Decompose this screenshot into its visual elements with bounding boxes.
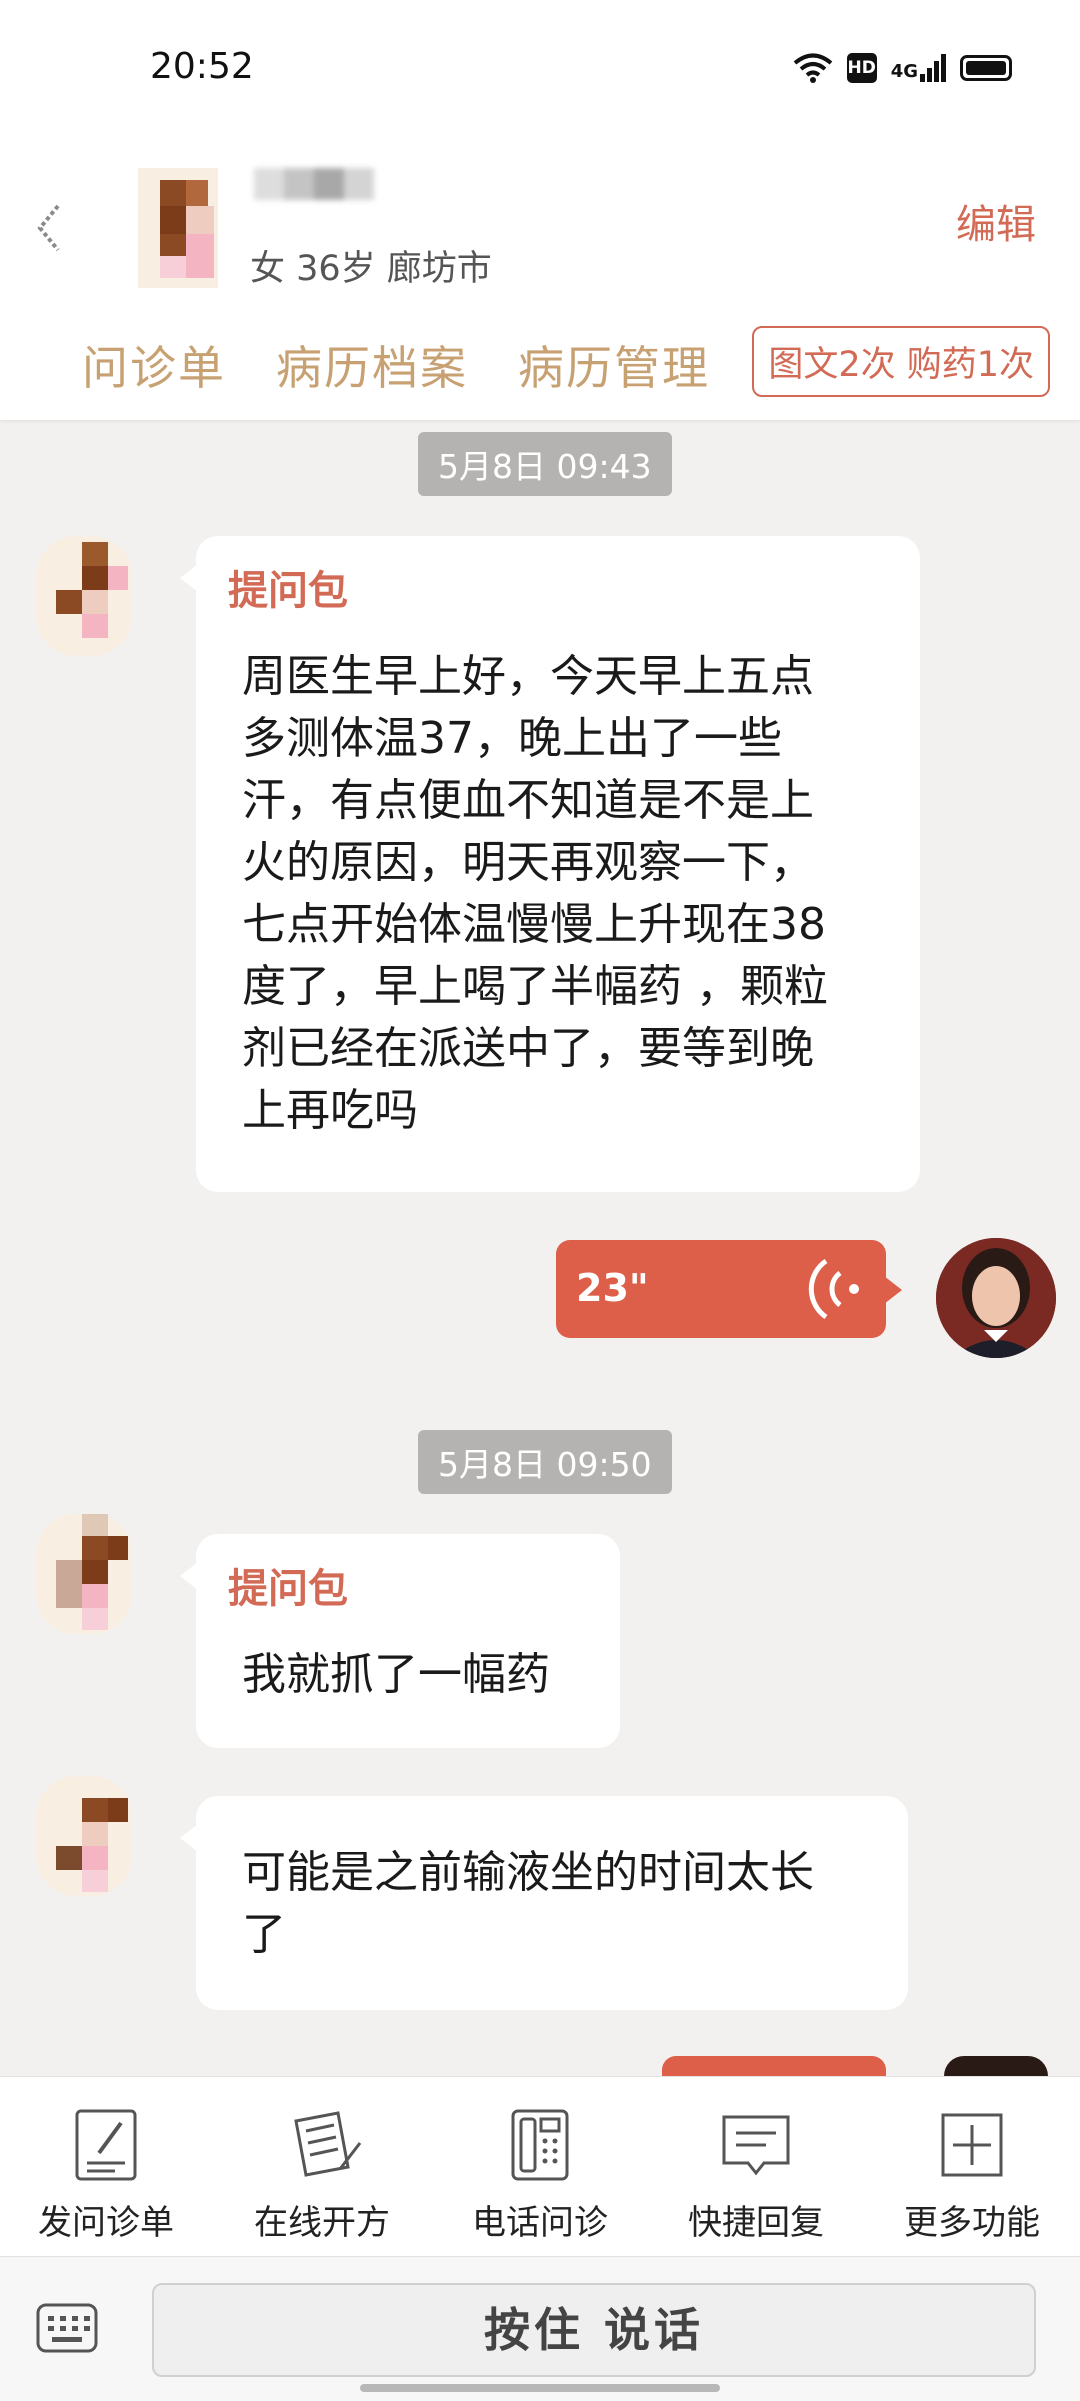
tab-consult-form[interactable]: 问诊单 <box>82 332 226 398</box>
message-bubble[interactable]: 提问包 我就抓了一幅药 <box>180 1534 620 1748</box>
message-text: 周医生早上好，今天早上五点 多测体温37，晚上出了一些 汗，有点便血不知道是不是… <box>242 646 828 1142</box>
back-arrow-icon[interactable] <box>30 198 70 258</box>
question-pack-title: 提问包 <box>228 568 348 614</box>
doctor-avatar-partial[interactable] <box>944 2056 1048 2076</box>
message-line: 火的原因，明天再观察一下， <box>242 837 814 888</box>
patient-header: 女 36岁 廊坊市 编辑 问诊单 病历档案 病历管理 图文2次 购药1次 <box>0 140 1080 420</box>
patient-avatar[interactable] <box>128 168 228 288</box>
message-bubble[interactable]: 提问包 周医生早上好，今天早上五点 多测体温37，晚上出了一些 汗，有点便血不知… <box>180 536 920 1192</box>
hd-badge: HD <box>846 53 877 83</box>
message-line: 上再吃吗 <box>242 1085 418 1136</box>
message-line: 了 <box>242 1909 286 1960</box>
status-icons: HD 4G <box>793 52 1012 84</box>
message-bubble[interactable]: 可能是之前输液坐的时间太长 了 <box>180 1796 908 2010</box>
prescription-icon <box>294 2111 362 2177</box>
phone-icon <box>511 2109 569 2181</box>
message-line: 可能是之前输液坐的时间太长 <box>242 1847 814 1898</box>
header-tabs: 问诊单 病历档案 病历管理 <box>82 332 710 398</box>
quick-reply-button[interactable]: 快捷回复 <box>656 2107 856 2244</box>
edit-button[interactable]: 编辑 <box>956 192 1036 250</box>
voice-message-partial[interactable] <box>662 2056 886 2076</box>
service-package-badge[interactable]: 图文2次 购药1次 <box>752 326 1050 397</box>
tool-label: 更多功能 <box>904 2203 1040 2243</box>
hold-to-talk-button[interactable]: 按住 说话 <box>152 2283 1036 2377</box>
message-text: 可能是之前输液坐的时间太长 了 <box>242 1842 814 1966</box>
home-indicator[interactable] <box>360 2384 720 2392</box>
patient-info: 女 36岁 廊坊市 <box>250 249 492 289</box>
function-toolbar: 发问诊单 在线开方 电话问诊 快捷回复 更多功能 <box>0 2076 1080 2257</box>
wifi-icon <box>793 53 832 83</box>
form-pen-icon <box>75 2109 137 2181</box>
status-time: 20:52 <box>150 46 254 87</box>
more-functions-button[interactable]: 更多功能 <box>872 2107 1072 2244</box>
message-icon <box>722 2115 790 2176</box>
message-line: 度了，早上喝了半幅药 ，颗粒 <box>242 961 828 1012</box>
voice-wave-icon <box>808 1258 859 1320</box>
send-consult-form-button[interactable]: 发问诊单 <box>6 2107 206 2244</box>
message-line: 剂已经在派送中了，要等到晚 <box>242 1023 814 1074</box>
message-line: 周医生早上好，今天早上五点 <box>242 651 814 702</box>
message-line: 多测体温37，晚上出了一些 <box>242 713 782 764</box>
input-bar: 按住 说话 <box>0 2256 1080 2401</box>
tool-label: 电话问诊 <box>472 2203 608 2243</box>
message-line: 我就抓了一幅药 <box>242 1649 550 1700</box>
message-text: 我就抓了一幅药 <box>242 1644 550 1706</box>
online-prescription-button[interactable]: 在线开方 <box>222 2107 422 2244</box>
network-label: 4G <box>890 61 918 82</box>
tab-medical-archive[interactable]: 病历档案 <box>276 332 468 398</box>
status-bar: 20:52 HD 4G <box>0 0 1080 140</box>
voice-message[interactable]: 23" <box>556 1240 902 1338</box>
keyboard-icon[interactable] <box>36 2303 98 2353</box>
message-line: 七点开始体温慢慢上升现在38 <box>242 899 826 950</box>
patient-avatar[interactable] <box>36 1776 136 1896</box>
tool-label: 快捷回复 <box>688 2203 824 2243</box>
patient-avatar[interactable] <box>36 1514 136 1634</box>
doctor-avatar[interactable] <box>936 1238 1056 1358</box>
voice-duration: 23" <box>576 1266 649 1310</box>
tab-record-management[interactable]: 病历管理 <box>518 332 710 398</box>
message-timestamp: 5月8日 09:50 <box>418 1430 672 1494</box>
tool-label: 在线开方 <box>254 2203 390 2243</box>
message-line: 汗，有点便血不知道是不是上 <box>242 775 814 826</box>
tool-label: 发问诊单 <box>38 2203 174 2243</box>
battery-icon <box>960 55 1012 81</box>
patient-avatar[interactable] <box>36 536 136 656</box>
plus-icon <box>941 2113 1003 2177</box>
phone-consult-button[interactable]: 电话问诊 <box>440 2107 640 2244</box>
message-timestamp: 5月8日 09:43 <box>418 432 672 496</box>
question-pack-title: 提问包 <box>228 1566 348 1612</box>
signal-icon: 4G <box>891 54 946 82</box>
patient-name-masked <box>254 168 374 200</box>
